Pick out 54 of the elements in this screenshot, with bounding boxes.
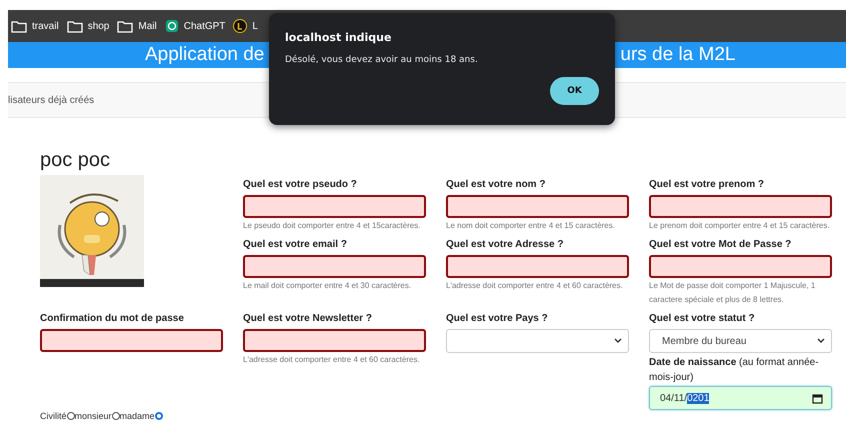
- field-label: Quel est votre prenom ?: [649, 178, 766, 191]
- radio-label: madame: [120, 411, 155, 421]
- dialog-title: localhost indique: [285, 31, 392, 44]
- folder-icon: [117, 19, 134, 33]
- input-field[interactable]: [446, 255, 629, 278]
- field-label: Civilité: [40, 411, 67, 421]
- help-text: Le pseudo doit comporter entre 4 et 15caractères.: [243, 220, 422, 232]
- field-label: Quel est votre Newsletter ?: [243, 312, 373, 325]
- ok-button[interactable]: OK: [550, 77, 599, 105]
- input-field[interactable]: [243, 255, 426, 278]
- nav-link[interactable]: lisateurs déjà créés: [8, 94, 94, 106]
- bookmark[interactable]: Mail: [117, 19, 157, 33]
- field-label: Quel est votre Adresse ?: [446, 238, 564, 251]
- circle-logo-icon: [233, 19, 248, 33]
- dialog-message: Désolé, vous devez avoir au moins 18 ans.: [285, 55, 479, 65]
- input-field[interactable]: [446, 195, 629, 218]
- chat-logo-icon: [164, 19, 179, 33]
- bookmark[interactable]: L: [233, 19, 258, 33]
- help-text: Le mail doit comporter entre 4 et 30 caractères.: [243, 280, 412, 292]
- field-label: Quel est votre Mot de Passe ?: [649, 238, 792, 251]
- input-field[interactable]: [243, 329, 426, 352]
- folder-icon: [11, 19, 27, 33]
- radio-button[interactable]: [154, 412, 163, 420]
- radio-label: monsieur: [74, 411, 112, 421]
- date-field[interactable]: 04/11/0201: [649, 386, 832, 410]
- bookmark[interactable]: travail: [11, 19, 59, 33]
- input-field[interactable]: [649, 195, 832, 218]
- radio-button[interactable]: [112, 412, 120, 420]
- help-text: Le nom doit comporter entre 4 et 15 caractères.: [446, 220, 616, 232]
- field-label: Quel est votre Pays ?: [446, 312, 549, 325]
- help-text: L'adresse doit comporter entre 4 et 60 caractères.: [446, 280, 624, 292]
- field-label: Quel est votre nom ?: [446, 178, 546, 191]
- input-field[interactable]: [40, 329, 223, 352]
- bookmark[interactable]: ChatGPT: [164, 19, 226, 33]
- chevron-down-icon: [817, 338, 825, 344]
- dropdown[interactable]: Membre du bureau: [649, 329, 832, 353]
- help-text: L'adresse doit comporter entre 4 et 60 caractères.: [243, 354, 421, 366]
- field-label: Quel est votre email ?: [243, 238, 348, 251]
- banner-title: Application de: [145, 44, 264, 66]
- field-label: Confirmation du mot de passe: [40, 312, 185, 325]
- folder-icon: [66, 19, 83, 33]
- field-label: Quel est votre statut ?: [649, 312, 756, 325]
- chevron-down-icon: [614, 338, 622, 344]
- radio-button[interactable]: [66, 412, 75, 420]
- input-field[interactable]: [649, 255, 832, 278]
- field-label: Quel est votre pseudo ?: [243, 178, 358, 191]
- help-text: Le prenom doit comporter entre 4 et 15 caractères.: [649, 220, 831, 232]
- page-heading: poc poc: [40, 149, 112, 171]
- bookmark[interactable]: shop: [66, 19, 110, 33]
- field-label: Date de naissance (au format année-mois-jour): [649, 356, 820, 385]
- calendar-icon: [812, 392, 823, 404]
- banner-title: urs de la M2L: [620, 44, 736, 66]
- input-field[interactable]: [243, 195, 426, 218]
- help-text: Le Mot de passe doit comporter 1 Majuscule, 1 caractere spéciale et plus de 8 lettres.: [649, 280, 816, 306]
